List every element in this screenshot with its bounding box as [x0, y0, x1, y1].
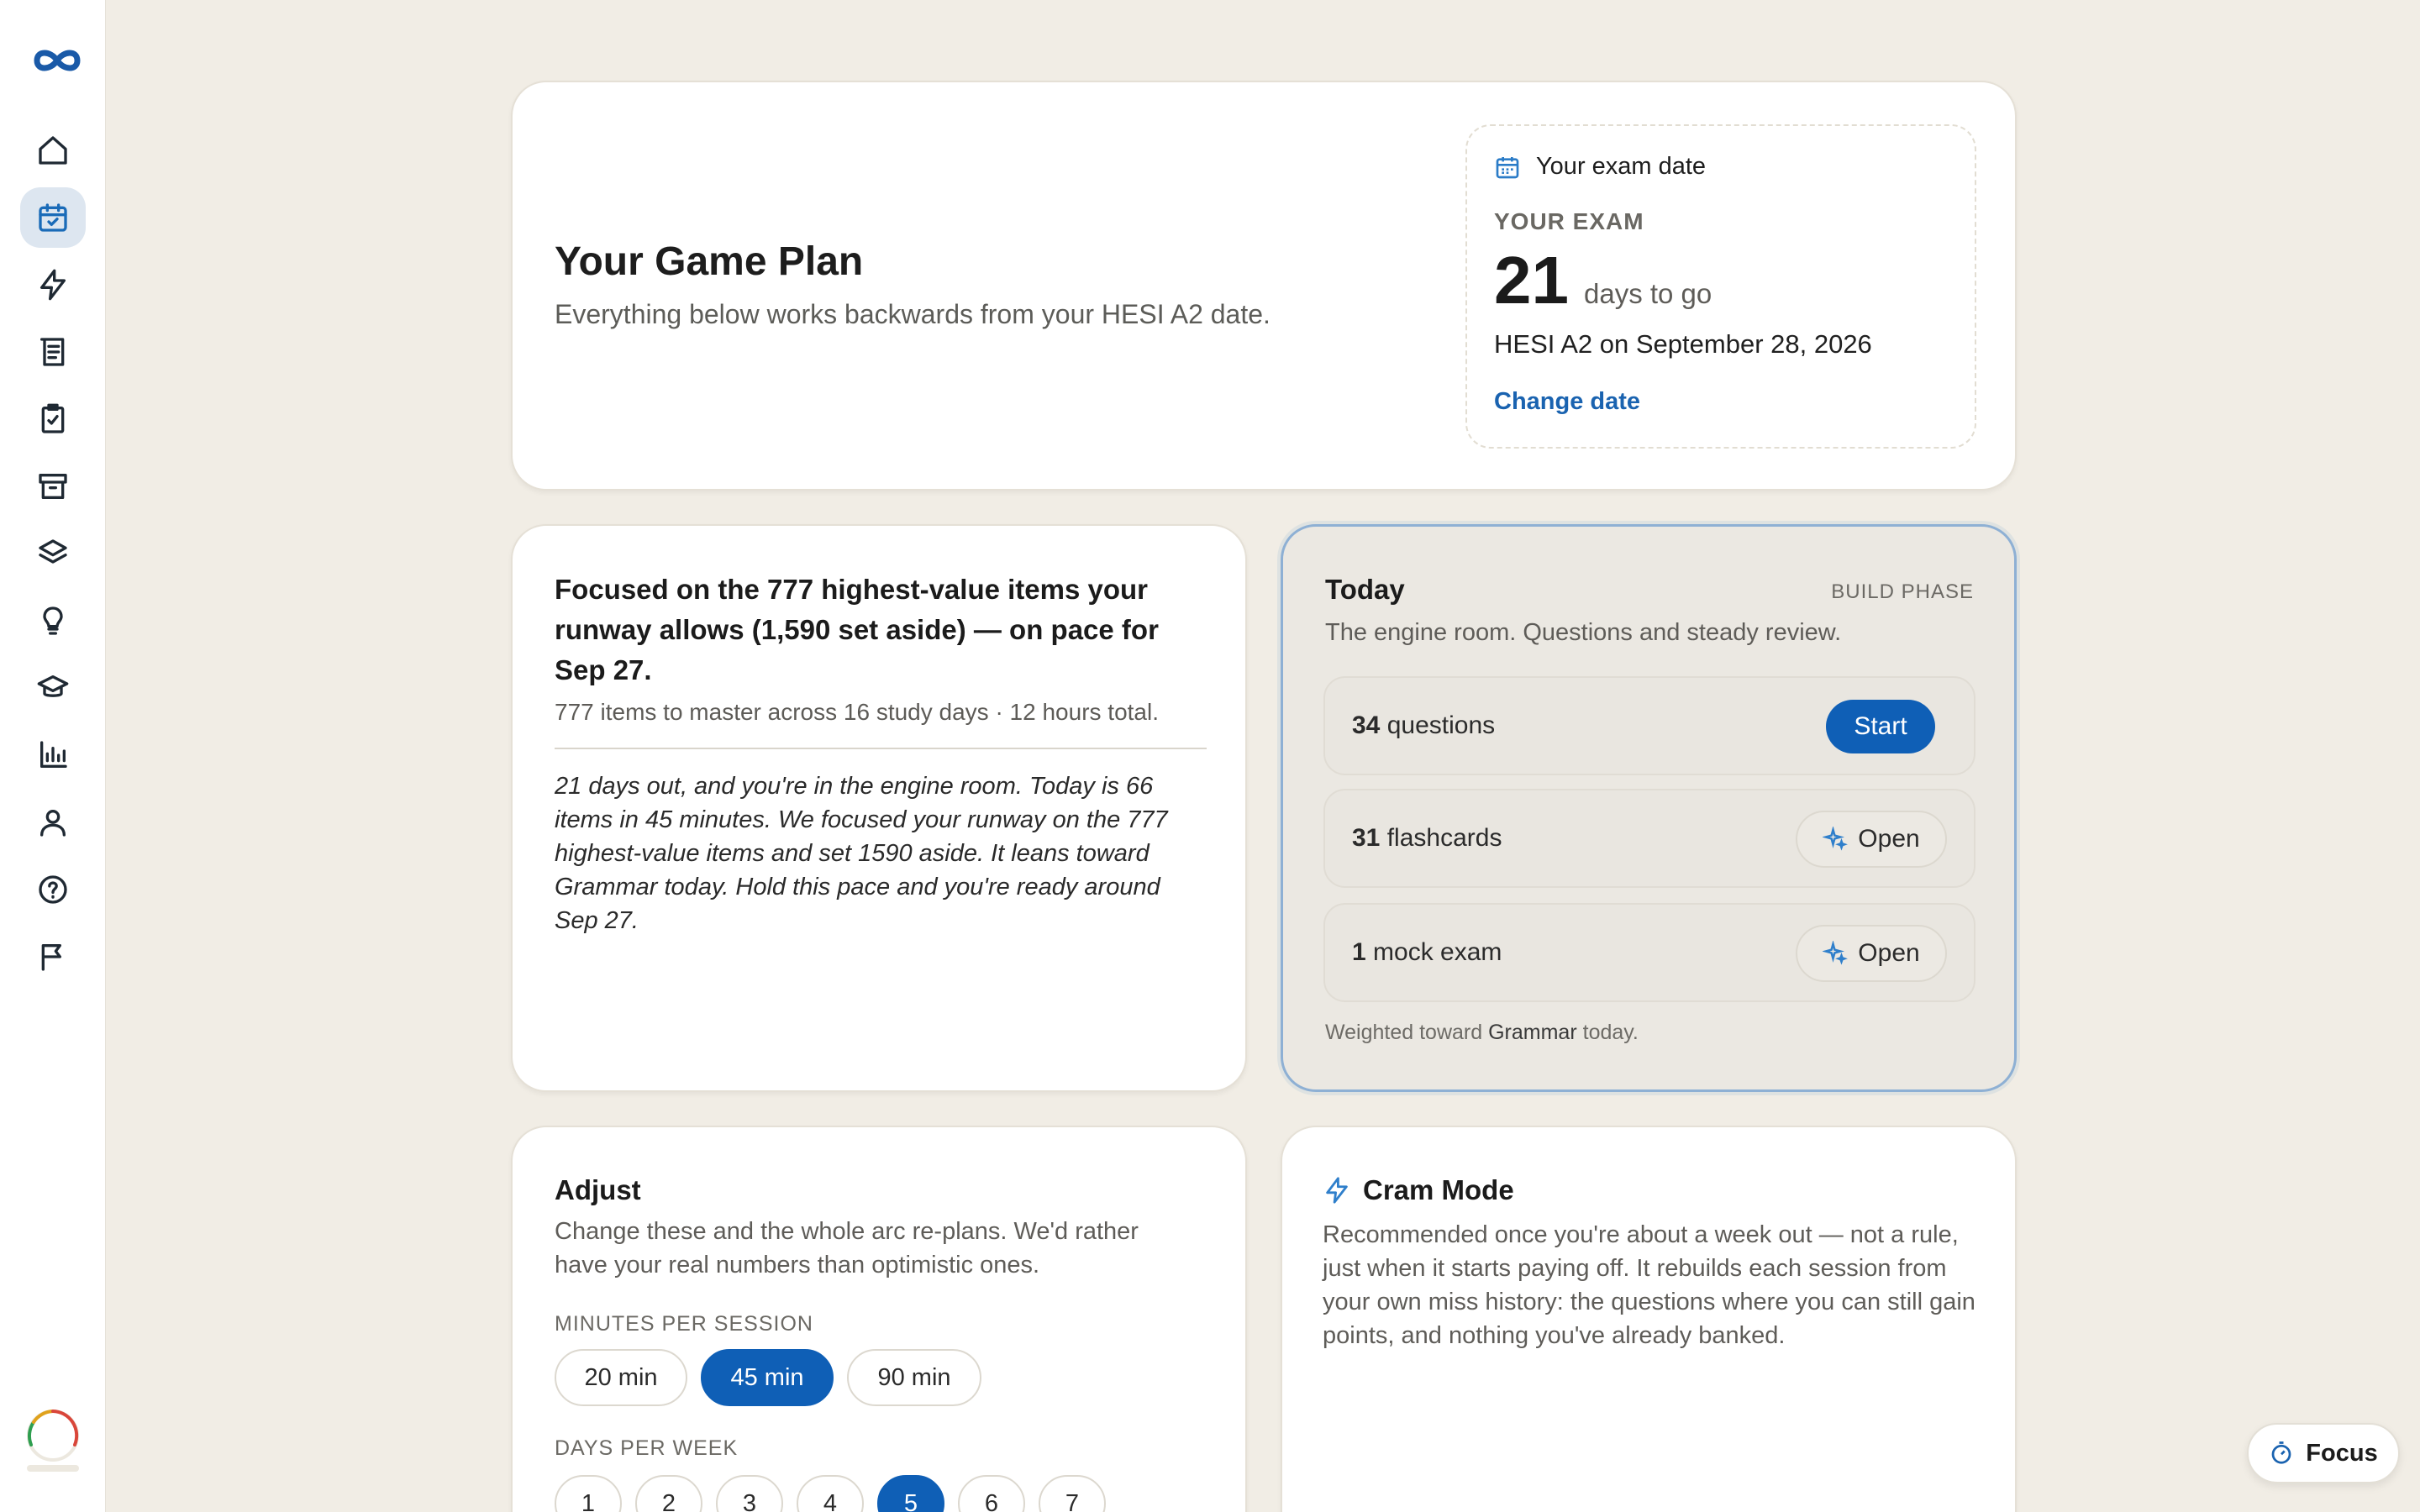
sidebar-item-help[interactable]	[20, 859, 86, 920]
progress-bar	[27, 1465, 79, 1472]
home-icon	[39, 136, 67, 165]
days-option-selected[interactable]: 5	[877, 1475, 944, 1512]
plan-narrative: 21 days out, and you're in the engine ro…	[555, 773, 1168, 934]
cram-mode-card: Cram Mode Recommended once you're about …	[1281, 1126, 2017, 1512]
days-countdown: 21 days to go	[1494, 247, 1712, 314]
page-subtitle: Everything below works backwards from yo…	[555, 299, 1270, 329]
task-label: 31 flashcards	[1352, 824, 1502, 852]
task-label: 1 mock exam	[1352, 938, 1502, 966]
lightbulb-icon	[43, 606, 63, 635]
layers-icon	[39, 539, 67, 564]
sidebar-item-stats[interactable]	[20, 725, 86, 785]
sparkle-icon	[1823, 941, 1849, 965]
sidebar	[0, 0, 106, 1512]
days-option[interactable]: 3	[716, 1475, 783, 1512]
plan-headline: Focused on the 777 highest-value items y…	[555, 574, 1159, 685]
today-footer: Weighted toward Grammar today.	[1325, 1021, 1639, 1044]
sidebar-item-report[interactable]	[20, 927, 86, 987]
page-title: Your Game Plan	[555, 239, 864, 284]
days-option[interactable]: 6	[958, 1475, 1025, 1512]
calendar-icon	[1496, 156, 1519, 178]
divider	[555, 748, 1207, 749]
help-icon	[39, 875, 67, 904]
adjust-title: Adjust	[555, 1174, 641, 1205]
bar-chart-icon	[40, 741, 67, 768]
sidebar-item-decks[interactable]	[20, 523, 86, 584]
task-mock-exam: 1 mock exam Open	[1323, 903, 1975, 1002]
adjust-subtitle: Change these and the whole arc re-plans.…	[555, 1218, 1139, 1278]
days-label: DAYS PER WEEK	[555, 1436, 739, 1460]
sidebar-item-plan[interactable]	[20, 187, 86, 248]
today-title: Today	[1325, 574, 1405, 605]
user-icon	[40, 810, 66, 837]
exam-date-text: HESI A2 on September 28, 2026	[1494, 329, 1872, 359]
task-label: 34 questions	[1352, 711, 1496, 739]
exam-label: YOUR EXAM	[1494, 208, 1644, 234]
minutes-option[interactable]: 90 min	[847, 1349, 981, 1406]
today-card: Today BUILD PHASE The engine room. Quest…	[1281, 524, 2017, 1092]
days-count-text: days to go	[1583, 278, 1712, 309]
sidebar-item-tests[interactable]	[20, 389, 86, 449]
task-flashcards: 31 flashcards Open	[1323, 789, 1975, 888]
days-count: 21	[1494, 243, 1569, 318]
sidebar-item-archive[interactable]	[20, 456, 86, 517]
notes-icon	[40, 338, 65, 366]
lightning-icon	[40, 269, 66, 301]
adjust-card: Adjust Change these and the whole arc re…	[511, 1126, 1247, 1512]
progress-ring-icon[interactable]	[25, 1408, 81, 1463]
exam-date-box: Your exam date YOUR EXAM 21 days to go H…	[1465, 124, 1976, 449]
minutes-option-selected[interactable]: 45 min	[701, 1349, 834, 1406]
flag-icon	[41, 944, 62, 971]
clipboard-check-icon	[41, 403, 65, 433]
open-flashcards-button[interactable]: Open	[1796, 811, 1947, 868]
sidebar-item-notes[interactable]	[20, 322, 86, 382]
change-date-link[interactable]: Change date	[1494, 388, 1640, 416]
calendar-check-icon	[39, 203, 67, 232]
exam-date-header-label: Your exam date	[1536, 153, 1707, 180]
days-option[interactable]: 2	[635, 1475, 702, 1512]
plan-summary-card: Focused on the 777 highest-value items y…	[511, 524, 1247, 1092]
sidebar-item-home[interactable]	[20, 120, 86, 181]
task-questions: 34 questions Start	[1323, 676, 1975, 775]
stopwatch-icon	[2271, 1441, 2291, 1464]
archive-icon	[39, 474, 67, 499]
exam-date-header: Your exam date	[1494, 153, 1706, 181]
sidebar-item-practice[interactable]	[20, 255, 86, 315]
app-logo[interactable]	[32, 45, 82, 76]
sidebar-item-profile[interactable]	[20, 792, 86, 853]
sidebar-item-tips[interactable]	[20, 591, 86, 651]
phase-badge: BUILD PHASE	[1831, 580, 1974, 603]
start-button[interactable]: Start	[1826, 700, 1935, 753]
today-subtitle: The engine room. Questions and steady re…	[1325, 619, 1842, 646]
minutes-label: MINUTES PER SESSION	[555, 1312, 813, 1336]
days-option[interactable]: 7	[1039, 1475, 1106, 1512]
focus-button[interactable]: Focus	[2247, 1423, 2400, 1483]
sparkle-icon	[1823, 827, 1849, 851]
minutes-option[interactable]: 20 min	[555, 1349, 687, 1406]
cram-mode-description: Recommended once you're about a week out…	[1323, 1221, 1975, 1349]
sidebar-item-learn[interactable]	[20, 658, 86, 718]
days-option[interactable]: 4	[797, 1475, 864, 1512]
plan-summary: 777 items to master across 16 study days…	[555, 699, 1160, 725]
days-option[interactable]: 1	[555, 1475, 622, 1512]
game-plan-card: Your Game Plan Everything below works ba…	[511, 81, 2017, 491]
lightning-icon	[1326, 1177, 1348, 1204]
graduation-cap-icon	[37, 675, 69, 697]
open-mock-exam-button[interactable]: Open	[1796, 925, 1947, 982]
cram-mode-title: Cram Mode	[1323, 1174, 1514, 1206]
